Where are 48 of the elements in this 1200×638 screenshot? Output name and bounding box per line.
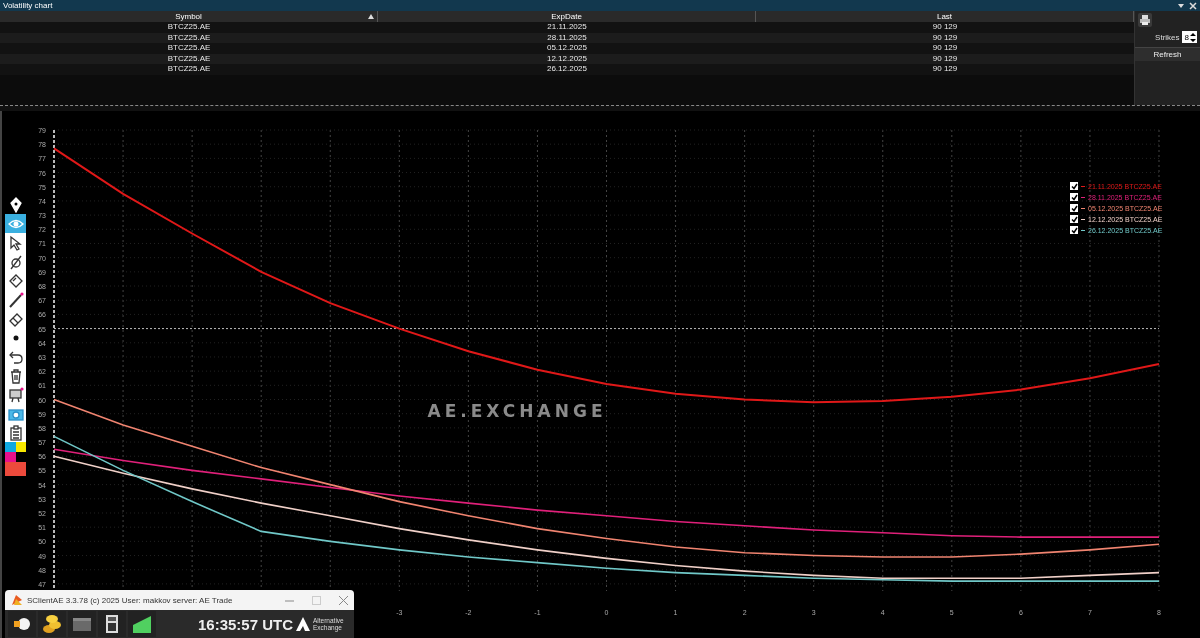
- tag-icon: [7, 272, 24, 289]
- exchange-logo-icon: [295, 616, 311, 632]
- table-cell-text: BTCZ25.AE: [166, 22, 212, 33]
- table-cell-text: 05.12.2025: [545, 43, 588, 54]
- color-swatch[interactable]: [15, 442, 26, 452]
- table-cell-text: 21.11.2025: [546, 22, 588, 33]
- color-swatch[interactable]: [5, 452, 16, 462]
- clipboard-icon: [7, 424, 24, 441]
- table-cell-text: BTCZ25.AE: [166, 53, 212, 64]
- spin-arrows-icon[interactable]: [1190, 31, 1196, 43]
- refresh-button[interactable]: Refresh: [1135, 47, 1200, 61]
- easel-icon: [7, 386, 24, 403]
- table-cell-text: 90 129: [931, 32, 959, 43]
- app-launcher[interactable]: [98, 611, 126, 637]
- coins-icon: [41, 613, 63, 635]
- window-title: Volatility chart: [3, 0, 53, 11]
- table-cell-text: 90 129: [931, 64, 959, 75]
- legend-checkbox[interactable]: [1070, 182, 1078, 190]
- color-swatch[interactable]: [5, 442, 16, 452]
- utc-clock: 16:35:57 UTC: [197, 615, 293, 633]
- table-cell-text: BTCZ25.AE: [166, 64, 212, 75]
- color-swatch[interactable]: [15, 452, 26, 462]
- table-cell-text: BTCZ25.AE: [166, 32, 212, 43]
- dropdown-icon[interactable]: [1177, 1, 1185, 10]
- chart-watermark: AE.EXCHANGE: [427, 401, 607, 421]
- legend-checkbox[interactable]: [1070, 215, 1078, 223]
- color-swatch[interactable]: [5, 462, 26, 476]
- table-cell-text: BTCZ25.AE: [166, 43, 212, 54]
- table-cell-text: 26.12.2025: [545, 64, 588, 75]
- table-cell-text: 90 129: [931, 53, 959, 64]
- app-logo-icon: [11, 594, 23, 606]
- printer-icon[interactable]: [1138, 13, 1152, 27]
- legend-checkbox[interactable]: [1070, 226, 1078, 234]
- client-window-title: SClientAE 3.3.78 (c) 2025 User: makkov server: AE Trade: [27, 595, 234, 605]
- chart-icon: [131, 613, 153, 635]
- legend-checkbox[interactable]: [1070, 193, 1078, 201]
- table-cell-text: 90 129: [931, 43, 959, 54]
- legend-checkbox[interactable]: [1070, 204, 1078, 212]
- table-cell-text: 90 129: [931, 22, 959, 33]
- strikes-label: Strikes: [1155, 32, 1180, 42]
- app-launcher[interactable]: [8, 611, 36, 637]
- cursor-icon: [7, 234, 24, 251]
- app-launcher[interactable]: [38, 611, 66, 637]
- table-cell-text: 12.12.2025: [545, 53, 588, 64]
- line-icon: [7, 291, 24, 308]
- app-launcher[interactable]: [128, 611, 156, 637]
- table-cell-text: 28.11.2025: [546, 32, 588, 43]
- strikes-spinbox[interactable]: 8: [1181, 31, 1197, 43]
